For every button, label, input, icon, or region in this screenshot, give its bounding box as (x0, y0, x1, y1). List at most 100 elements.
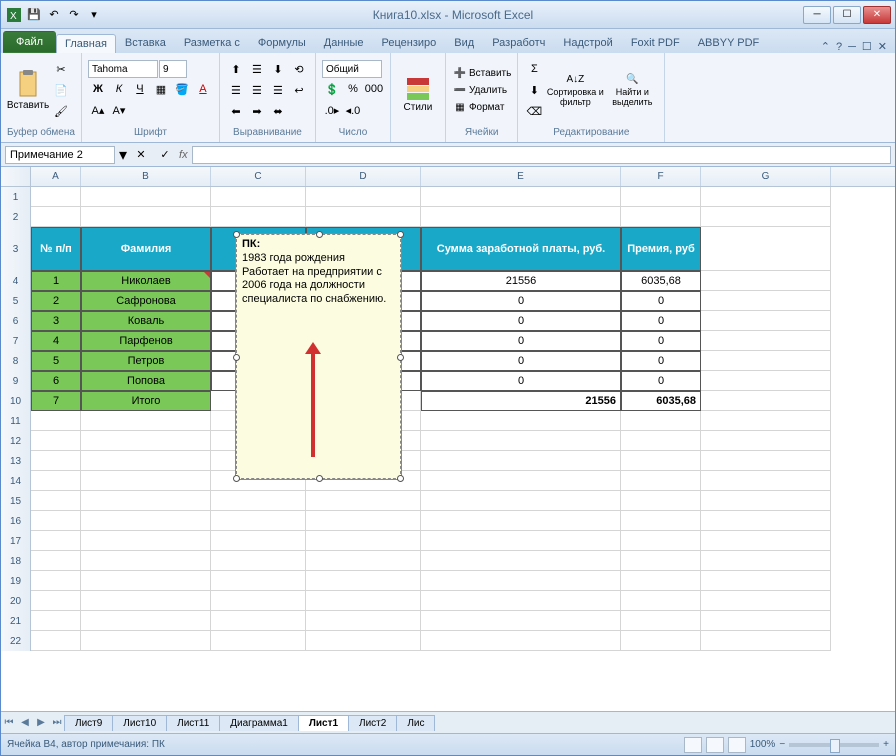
sheet-nav-prev[interactable]: ◀ (17, 715, 33, 731)
cancel-formula-button[interactable]: ✕ (131, 145, 151, 165)
name-box[interactable] (5, 146, 115, 164)
currency-button[interactable]: 💲 (322, 79, 342, 99)
grid-body[interactable]: 123№ п/пФамилияДатаСумма заработной плат… (1, 187, 895, 711)
resize-handle-t[interactable] (316, 231, 323, 238)
cell[interactable] (211, 551, 306, 571)
cell[interactable] (211, 591, 306, 611)
sheet-tab[interactable]: Лист2 (348, 715, 397, 731)
decrease-indent-button[interactable]: ⬅ (226, 101, 246, 121)
mdi-restore-icon[interactable]: ☐ (862, 40, 872, 53)
cell[interactable] (701, 551, 831, 571)
insert-cells-button[interactable]: ➕Вставить (452, 65, 511, 81)
tab-developer[interactable]: Разработч (483, 33, 554, 53)
cell[interactable] (421, 471, 621, 491)
cell[interactable] (31, 571, 81, 591)
zoom-in-button[interactable]: + (883, 739, 889, 750)
cell[interactable] (81, 591, 211, 611)
cell[interactable] (421, 491, 621, 511)
align-top-button[interactable]: ⬆ (226, 59, 246, 79)
excel-icon[interactable]: X (5, 6, 23, 24)
cell[interactable]: 1 (31, 271, 81, 291)
cell[interactable] (31, 591, 81, 611)
cell[interactable] (621, 631, 701, 651)
cell[interactable] (421, 431, 621, 451)
align-middle-button[interactable]: ☰ (247, 59, 267, 79)
cell[interactable] (31, 471, 81, 491)
decrease-decimal-button[interactable]: ◂.0 (343, 100, 363, 120)
cell[interactable] (421, 411, 621, 431)
sheet-tab[interactable]: Лист11 (166, 715, 220, 731)
cell[interactable]: 6 (31, 371, 81, 391)
row-header[interactable]: 19 (1, 571, 31, 591)
resize-handle-br[interactable] (397, 475, 404, 482)
maximize-button[interactable]: ☐ (833, 6, 861, 24)
row-header[interactable]: 5 (1, 291, 31, 311)
fx-icon[interactable]: fx (179, 149, 188, 161)
cell[interactable] (31, 451, 81, 471)
row-header[interactable]: 20 (1, 591, 31, 611)
row-header[interactable]: 7 (1, 331, 31, 351)
cell[interactable] (211, 491, 306, 511)
cell[interactable] (701, 187, 831, 207)
resize-handle-tr[interactable] (397, 231, 404, 238)
cell[interactable]: № п/п (31, 227, 81, 271)
cell[interactable] (211, 531, 306, 551)
delete-cells-button[interactable]: ➖Удалить (452, 82, 511, 98)
cell[interactable] (621, 591, 701, 611)
italic-button[interactable]: К (109, 79, 129, 99)
cell[interactable]: 2 (31, 291, 81, 311)
cell[interactable] (306, 511, 421, 531)
cell[interactable] (306, 551, 421, 571)
sheet-tab[interactable]: Диаграмма1 (219, 715, 299, 731)
cell[interactable] (306, 531, 421, 551)
confirm-formula-button[interactable]: ✓ (155, 145, 175, 165)
resize-handle-r[interactable] (397, 354, 404, 361)
border-button[interactable]: ▦ (151, 79, 171, 99)
find-select-button[interactable]: 🔍 Найти и выделить (606, 60, 658, 120)
row-header[interactable]: 9 (1, 371, 31, 391)
cell[interactable] (421, 531, 621, 551)
view-pagebreak-button[interactable] (728, 737, 746, 753)
cell[interactable] (421, 187, 621, 207)
tab-layout[interactable]: Разметка с (175, 33, 249, 53)
cell[interactable] (81, 187, 211, 207)
cell[interactable]: 4 (31, 331, 81, 351)
cell[interactable]: 0 (421, 351, 621, 371)
cell[interactable] (701, 331, 831, 351)
cell[interactable] (306, 571, 421, 591)
cell[interactable] (621, 431, 701, 451)
cell[interactable]: 0 (621, 351, 701, 371)
col-f[interactable]: F (621, 167, 701, 186)
cell[interactable] (31, 411, 81, 431)
comma-button[interactable]: 000 (364, 79, 384, 99)
resize-handle-bl[interactable] (233, 475, 240, 482)
cell[interactable] (81, 471, 211, 491)
fill-color-button[interactable]: 🪣 (172, 79, 192, 99)
copy-button[interactable]: 📄 (51, 80, 71, 100)
cell[interactable] (31, 207, 81, 227)
row-header[interactable]: 6 (1, 311, 31, 331)
namebox-dropdown-icon[interactable]: ▾ (119, 145, 127, 165)
cell[interactable]: 0 (421, 311, 621, 331)
cell[interactable] (31, 531, 81, 551)
sheet-tab-active[interactable]: Лист1 (298, 715, 349, 731)
font-color-button[interactable]: A (193, 79, 213, 99)
cell[interactable] (81, 611, 211, 631)
increase-indent-button[interactable]: ➡ (247, 101, 267, 121)
ribbon-minimize-icon[interactable]: ⌃ (821, 40, 830, 53)
cell[interactable]: 21556 (421, 391, 621, 411)
row-header[interactable]: 4 (1, 271, 31, 291)
cell[interactable] (701, 227, 831, 271)
cell[interactable] (421, 611, 621, 631)
cell[interactable] (211, 611, 306, 631)
cell[interactable] (701, 371, 831, 391)
row-header[interactable]: 21 (1, 611, 31, 631)
cell[interactable] (211, 631, 306, 651)
cell[interactable] (31, 431, 81, 451)
format-cells-button[interactable]: ▦Формат (452, 99, 511, 115)
autosum-button[interactable]: Σ (524, 59, 544, 79)
formula-input[interactable] (192, 146, 891, 164)
increase-decimal-button[interactable]: .0▸ (322, 100, 342, 120)
cell[interactable] (81, 431, 211, 451)
cell[interactable] (621, 511, 701, 531)
